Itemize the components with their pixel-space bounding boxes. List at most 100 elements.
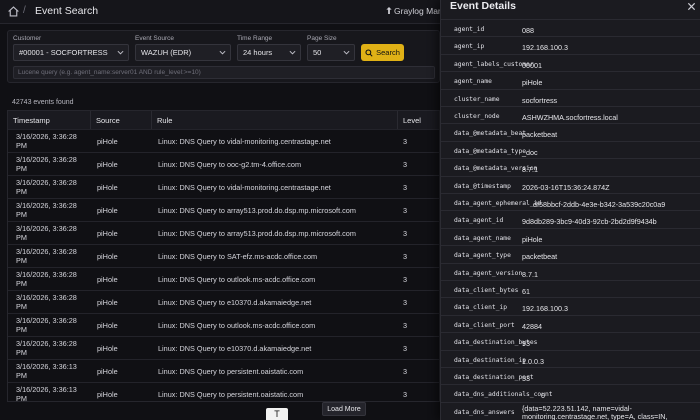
- table-row[interactable]: 3/16/2026, 3:36:28 PM piHole Linux: DNS Qu…: [8, 267, 439, 290]
- source-cell: piHole: [97, 367, 118, 376]
- page-title: Event Search: [35, 5, 99, 17]
- detail-field-key: data_client_port: [454, 321, 515, 329]
- detail-field-row: data_client_ip 192.168.100.3: [441, 297, 700, 316]
- detail-field-row: data_@metadata_type _doc: [441, 140, 700, 160]
- timestamp-cell: 3/16/2026, 3:36:28 PM: [16, 132, 77, 150]
- event-source-value: WAZUH (EDR): [141, 48, 192, 57]
- timestamp-cell: 3/16/2026, 3:36:28 PM: [16, 293, 77, 311]
- detail-field-row: data_agent_ephemeral_id df58bbcf-2ddb-4e3…: [441, 193, 700, 212]
- level-cell: 3: [403, 344, 408, 353]
- detail-field-row: data_agent_version 8.7.1: [441, 262, 700, 282]
- search-button[interactable]: Search: [361, 44, 404, 61]
- detail-field-key: data_agent_type: [454, 252, 511, 260]
- table-row[interactable]: 3/16/2026, 3:36:28 PM piHole Linux: DNS Qu…: [8, 336, 439, 359]
- detail-field-key: data_dns_answers: [454, 408, 515, 416]
- detail-field-value: 93: [522, 339, 530, 349]
- search-button-label: Search: [376, 48, 400, 57]
- time-range-label: Time Range: [237, 35, 273, 42]
- event-details-drawer: Event Details agent_id 088 agent_ip 192.168…: [440, 0, 700, 420]
- source-cell: piHole: [97, 137, 118, 146]
- column-header-source[interactable]: Source: [91, 111, 152, 129]
- detail-field-value: 61: [522, 287, 530, 296]
- chevron-down-icon: [117, 50, 124, 55]
- level-cell: 3: [403, 252, 408, 261]
- detail-field-value: 088: [522, 26, 534, 35]
- time-range-select[interactable]: 24 hours: [237, 44, 301, 61]
- load-more-button[interactable]: Load More: [322, 402, 366, 416]
- level-cell: 3: [403, 367, 408, 376]
- close-icon[interactable]: [687, 2, 696, 11]
- detail-field-key: data_@metadata_type: [454, 147, 527, 155]
- detail-field-value: piHole: [522, 78, 543, 88]
- time-range-value: 24 hours: [243, 48, 273, 57]
- rule-cell: Linux: DNS Query to e10370.d.akamaiedge.…: [158, 299, 312, 307]
- table-row[interactable]: 3/16/2026, 3:36:28 PM piHole Linux: DNS Qu…: [8, 175, 439, 198]
- detail-field-key: data_agent_ephemeral_id: [454, 200, 542, 207]
- chevron-down-icon: [219, 50, 226, 55]
- detail-field-value: 53: [522, 374, 530, 383]
- page-size-label: Page Size: [307, 35, 337, 42]
- detail-field-value: {data=52.223.51.142, name=vidal-monitori…: [522, 403, 668, 420]
- detail-field-value: packetbeat: [522, 252, 558, 262]
- rule-cell: Linux: DNS Query to array513.prod.do.dsp…: [158, 207, 356, 215]
- detail-field-key: data_agent_version: [454, 269, 523, 277]
- timestamp-cell: 3/16/2026, 3:36:13 PM: [16, 385, 77, 402]
- detail-field-value: _doc: [522, 147, 538, 157]
- event-source-label: Event Source: [135, 35, 175, 42]
- customer-value: #00001 - SOCFORTRESS: [19, 48, 108, 57]
- timestamp-cell: 3/16/2026, 3:36:28 PM: [16, 270, 77, 288]
- breadcrumb-separator: /: [23, 5, 26, 16]
- page-size-select[interactable]: 50: [307, 44, 355, 61]
- column-header-level[interactable]: Level: [398, 111, 439, 129]
- level-cell: 3: [403, 275, 408, 284]
- detail-field-key: data_agent_id: [454, 217, 504, 225]
- customer-select[interactable]: #00001 - SOCFORTRESS: [13, 44, 129, 61]
- graylog-label: Graylog Manag: [394, 6, 440, 16]
- drawer-title: Event Details: [450, 0, 516, 12]
- lucene-query-input[interactable]: [13, 66, 435, 79]
- detail-field-row: agent_name piHole: [441, 71, 700, 90]
- table-row[interactable]: 3/16/2026, 3:36:28 PM piHole Linux: DNS Qu…: [8, 198, 439, 221]
- column-header-rule[interactable]: Rule: [152, 111, 398, 129]
- table-row[interactable]: 3/16/2026, 3:36:28 PM piHole Linux: DNS Qu…: [8, 290, 439, 313]
- detail-field-key: agent_id: [454, 26, 485, 33]
- customer-label: Customer: [13, 35, 42, 42]
- detail-field-row: agent_ip 192.168.100.3: [441, 36, 700, 55]
- timestamp-cell: 3/16/2026, 3:36:13 PM: [16, 362, 77, 380]
- detail-field-key: data_dns_additionals_count: [454, 391, 553, 399]
- source-cell: piHole: [97, 206, 118, 215]
- detail-field-value: 192.168.100.3: [522, 304, 568, 314]
- detail-field-key: cluster_node: [454, 113, 500, 120]
- table-row[interactable]: 3/16/2026, 3:36:13 PM piHole Linux: DNS Qu…: [8, 359, 439, 382]
- timestamp-cell: 3/16/2026, 3:36:28 PM: [16, 224, 77, 242]
- level-cell: 3: [403, 137, 408, 146]
- events-count: 42743 events found: [12, 99, 74, 106]
- detail-field-row: data_agent_type packetbeat: [441, 245, 700, 264]
- table-row[interactable]: 3/16/2026, 3:36:28 PM piHole Linux: DNS Qu…: [8, 129, 439, 152]
- source-cell: piHole: [97, 252, 118, 261]
- level-cell: 3: [403, 206, 408, 215]
- chevron-down-icon: [289, 50, 296, 55]
- table-row[interactable]: 3/16/2026, 3:36:28 PM piHole Linux: DNS Qu…: [8, 152, 439, 175]
- table-row[interactable]: 3/16/2026, 3:36:28 PM piHole Linux: DNS Qu…: [8, 221, 439, 244]
- table-row[interactable]: 3/16/2026, 3:36:13 PM piHole Linux: DNS Qu…: [8, 382, 439, 402]
- detail-field-key: data_destination_ip: [454, 356, 527, 364]
- detail-field-value: 00001: [522, 60, 542, 70]
- event-source-select[interactable]: WAZUH (EDR): [135, 44, 231, 61]
- detail-field-row: cluster_name socfortress: [441, 88, 700, 108]
- table-row[interactable]: 3/16/2026, 3:36:28 PM piHole Linux: DNS Qu…: [8, 313, 439, 336]
- detail-field-value: 192.168.100.3: [522, 43, 568, 53]
- detail-field-value: 1.0.0.3: [522, 356, 544, 366]
- rule-cell: Linux: DNS Query to outlook.ms-acdc.offi…: [158, 322, 316, 330]
- home-icon[interactable]: [7, 5, 20, 18]
- detail-field-row: data_@metadata_beat packetbeat: [441, 123, 700, 142]
- detail-field-row: data_@timestamp 2026-03-16T15:36:24.874Z: [441, 175, 700, 195]
- column-header-timestamp[interactable]: Timestamp: [8, 111, 91, 129]
- detail-field-value: df58bbcf-2ddb-4e3e-b342-3a539c20c0a9: [533, 200, 666, 209]
- detail-field-row: data_destination_port 53: [441, 367, 700, 386]
- detail-field-value: 42884: [522, 321, 542, 331]
- graylog-management-link[interactable]: Graylog Manag: [386, 6, 440, 16]
- source-cell: piHole: [97, 183, 118, 192]
- detail-field-value: ASHWZHMA.socfortress.local: [522, 113, 618, 122]
- table-row[interactable]: 3/16/2026, 3:36:28 PM piHole Linux: DNS Qu…: [8, 244, 439, 267]
